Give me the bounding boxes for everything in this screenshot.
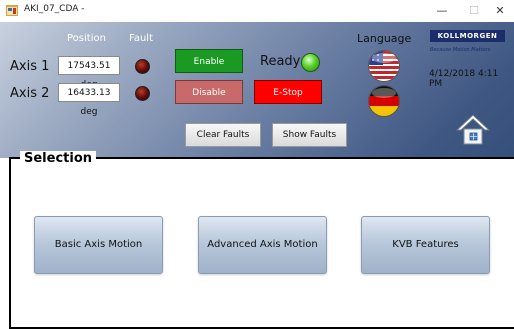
maximize-button[interactable]: ☐ — [460, 2, 488, 19]
brand-tagline: Because Motion Matters — [430, 47, 491, 53]
axis-1-position-field: 17543.51 deg — [58, 56, 120, 90]
home-icon — [455, 114, 491, 145]
germany-flag-button[interactable] — [368, 85, 400, 117]
window-title: AKI_07_CDA - — [24, 4, 85, 14]
position-column-label: Position — [67, 33, 106, 44]
estop-button[interactable]: E-Stop — [254, 80, 322, 104]
axis-2-label: Axis 2 — [10, 86, 50, 101]
app-icon — [6, 5, 18, 16]
minimize-button[interactable]: — — [428, 2, 456, 19]
germany-flag-icon — [369, 86, 399, 116]
selection-title: Selection — [20, 151, 97, 166]
us-flag-button[interactable] — [368, 50, 400, 82]
kvb-features-button[interactable]: KVB Features — [361, 216, 490, 274]
show-faults-button[interactable]: Show Faults — [272, 123, 347, 147]
enable-button[interactable]: Enable — [175, 49, 243, 73]
us-flag-icon — [369, 51, 399, 81]
basic-axis-motion-button[interactable]: Basic Axis Motion — [34, 216, 163, 274]
axis-1-label: Axis 1 — [10, 59, 50, 74]
advanced-axis-motion-button[interactable]: Advanced Axis Motion — [198, 216, 327, 274]
clear-faults-button[interactable]: Clear Faults — [185, 123, 261, 147]
close-button[interactable]: ✕ — [486, 2, 514, 19]
ready-indicator — [301, 53, 320, 72]
language-label: Language — [357, 32, 412, 45]
disable-button[interactable]: Disable — [175, 80, 243, 104]
axis-2-fault-indicator — [135, 86, 150, 101]
title-bar: AKI_07_CDA - — ☐ ✕ — [0, 0, 514, 23]
axis-2-position-field: 16433.13 deg — [58, 83, 120, 117]
kollmorgen-logo: KOLLMORGEN — [430, 30, 505, 42]
fault-column-label: Fault — [129, 33, 153, 44]
ready-label: Ready — [260, 54, 301, 69]
axis-1-fault-indicator — [135, 59, 150, 74]
datetime-display: 4/12/2018 4:11 PM — [429, 69, 499, 89]
home-button[interactable] — [455, 113, 491, 147]
